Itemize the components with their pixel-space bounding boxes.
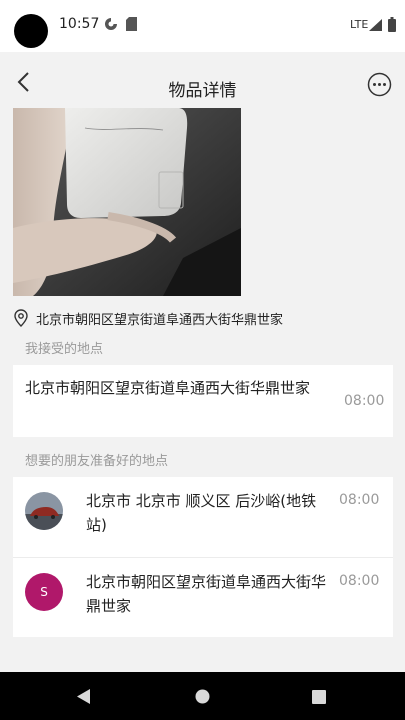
camera-cutout bbox=[14, 14, 48, 48]
battery-icon bbox=[388, 17, 396, 32]
item-photo[interactable] bbox=[13, 108, 241, 296]
item-photo-image bbox=[13, 108, 241, 296]
status-time: 10:57 bbox=[59, 16, 100, 32]
page-title: 物品详情 bbox=[168, 81, 237, 101]
network-type: LTE bbox=[350, 18, 369, 31]
system-nav-bar bbox=[0, 672, 405, 720]
avatar-photo bbox=[25, 492, 63, 530]
friends-section-label: 想要的朋友准备好的地点 bbox=[25, 454, 169, 469]
list-item[interactable]: S 北京市朝阳区望京街道阜通西大街华鼎世家 08:00 bbox=[13, 557, 393, 637]
accepted-location-card[interactable]: 北京市朝阳区望京街道阜通西大街华鼎世家 08:00 bbox=[13, 365, 393, 437]
status-bar: 10:57 LTE bbox=[0, 0, 405, 52]
friends-locations-list: 北京市 北京市 顺义区 后沙峪(地铁站) 08:00 S 北京市朝阳区望京街道阜… bbox=[13, 477, 393, 637]
title-bar: 物品详情 bbox=[0, 52, 405, 108]
signal-icon bbox=[369, 19, 382, 31]
item-location: 北京市朝阳区望京街道阜通西大街华鼎世家 bbox=[14, 308, 394, 328]
nav-home-icon[interactable] bbox=[195, 689, 210, 704]
data-saver-icon bbox=[105, 18, 117, 30]
friend-time: 08:00 bbox=[339, 573, 380, 589]
avatar bbox=[25, 492, 63, 530]
accepted-time: 08:00 bbox=[344, 393, 385, 409]
sd-card-icon bbox=[126, 17, 137, 31]
nav-back-icon[interactable] bbox=[77, 689, 91, 704]
accepted-section-label: 我接受的地点 bbox=[25, 342, 104, 357]
location-pin-icon bbox=[14, 309, 28, 327]
accepted-address: 北京市朝阳区望京街道阜通西大街华鼎世家 bbox=[25, 379, 311, 397]
more-options-icon[interactable] bbox=[367, 72, 392, 97]
list-item[interactable]: 北京市 北京市 顺义区 后沙峪(地铁站) 08:00 bbox=[13, 477, 393, 557]
nav-recents-icon[interactable] bbox=[312, 690, 326, 704]
friend-address: 北京市 北京市 顺义区 后沙峪(地铁站) bbox=[86, 492, 317, 534]
friend-address: 北京市朝阳区望京街道阜通西大街华鼎世家 bbox=[86, 573, 327, 615]
item-location-text: 北京市朝阳区望京街道阜通西大街华鼎世家 bbox=[36, 312, 284, 328]
avatar: S bbox=[25, 573, 63, 611]
friend-time: 08:00 bbox=[339, 492, 380, 508]
